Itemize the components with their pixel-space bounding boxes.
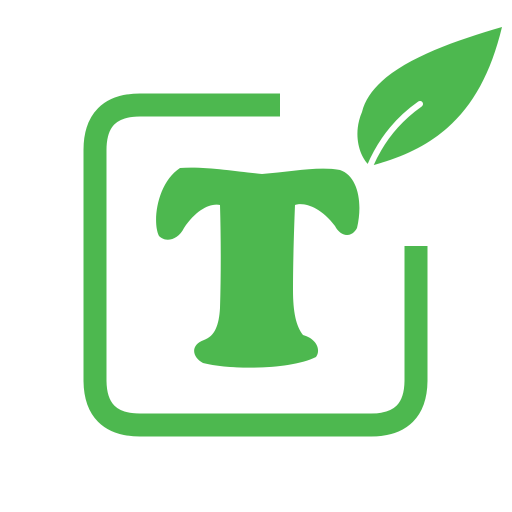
logo-canvas: T <box>0 0 512 512</box>
logo-mark: T <box>83 27 502 437</box>
letter-t-glyph <box>156 167 360 368</box>
leaf-icon <box>357 27 502 169</box>
